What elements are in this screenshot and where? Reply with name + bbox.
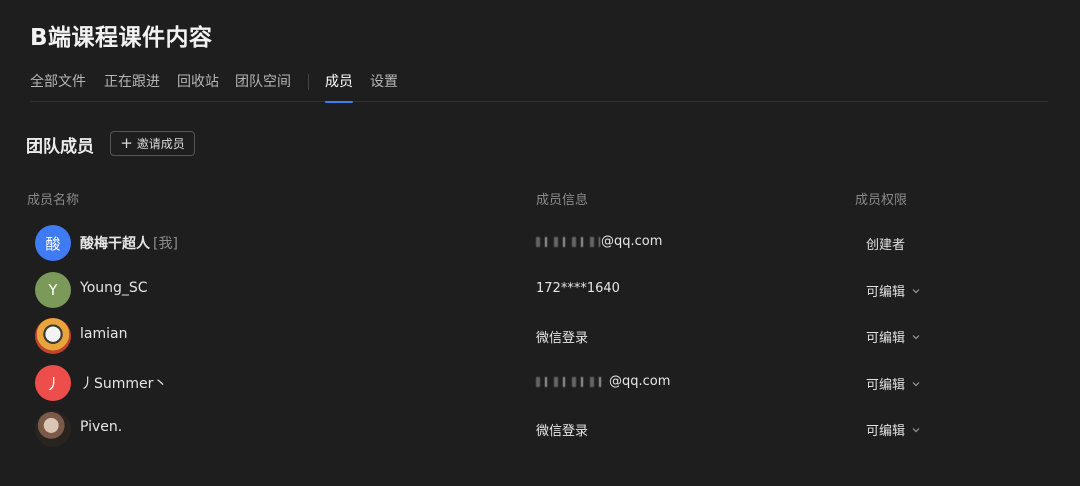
- member-role-select[interactable]: 可编辑: [866, 374, 921, 393]
- member-name: 丿Summer丶: [80, 376, 168, 392]
- member-row: 酸 酸梅干超人 [我] @qq.com 创建者: [0, 220, 1080, 266]
- tab-divider: [308, 74, 309, 90]
- invite-button-label: 邀请成员: [136, 137, 185, 151]
- tab-members[interactable]: 成员: [325, 64, 353, 103]
- avatar: [35, 411, 71, 447]
- tab-all-files[interactable]: 全部文件: [30, 64, 86, 102]
- member-info: @qq.com: [536, 374, 670, 389]
- member-row: lamian 微信登录 可编辑: [0, 313, 1080, 359]
- invite-member-button[interactable]: + 邀请成员: [110, 131, 195, 156]
- tab-bar: 全部文件 正在跟进 回收站 团队空间 成员 设置: [30, 64, 1048, 103]
- member-role: 可编辑: [866, 285, 906, 300]
- member-name: 酸梅干超人 [我]: [80, 233, 178, 253]
- column-header-name: 成员名称: [27, 193, 80, 208]
- plus-icon: +: [120, 134, 133, 152]
- chevron-down-icon: [912, 381, 920, 386]
- tab-settings[interactable]: 设置: [370, 64, 398, 102]
- member-role-select[interactable]: 可编辑: [866, 420, 921, 439]
- avatar: 酸: [35, 225, 71, 261]
- avatar: [35, 318, 71, 354]
- column-header-info: 成员信息: [536, 193, 589, 208]
- chevron-down-icon: [912, 334, 920, 339]
- member-role: 可编辑: [866, 331, 906, 346]
- chevron-down-icon: [912, 288, 920, 293]
- avatar: 丿: [35, 365, 71, 401]
- member-info: @qq.com: [536, 234, 662, 249]
- column-header-permission: 成员权限: [855, 193, 908, 208]
- tab-recycle-bin[interactable]: 回收站: [177, 64, 219, 102]
- member-email-suffix: @qq.com: [609, 374, 671, 389]
- member-email-suffix: @qq.com: [601, 234, 663, 249]
- section-title: 团队成员: [26, 137, 94, 157]
- member-role: 创建者: [866, 238, 906, 253]
- member-name: Young_SC: [80, 280, 148, 296]
- member-role-select[interactable]: 可编辑: [866, 327, 921, 346]
- team-members-page: B端课程课件内容 全部文件 正在跟进 回收站 团队空间 成员 设置 团队成员 +…: [0, 0, 1080, 486]
- tab-following[interactable]: 正在跟进: [104, 64, 160, 102]
- member-role-select[interactable]: 可编辑: [866, 281, 921, 300]
- member-info: 172****1640: [536, 281, 620, 296]
- chevron-down-icon: [912, 427, 920, 432]
- member-row: Y Young_SC 172****1640 可编辑: [0, 267, 1080, 313]
- member-info: 微信登录: [536, 331, 589, 346]
- me-tag: [我]: [153, 236, 178, 252]
- redacted-text: [536, 236, 600, 247]
- member-info: 微信登录: [536, 424, 589, 439]
- redacted-text: [536, 376, 608, 387]
- member-row: Piven. 微信登录 可编辑: [0, 406, 1080, 452]
- avatar: Y: [35, 272, 71, 308]
- member-name: Piven.: [80, 419, 123, 435]
- member-row: 丿 丿Summer丶 @qq.com 可编辑: [0, 360, 1080, 406]
- page-title: B端课程课件内容: [30, 25, 213, 51]
- tab-team-space[interactable]: 团队空间: [235, 64, 291, 102]
- member-role: 可编辑: [866, 424, 906, 439]
- member-name-text: 酸梅干超人: [80, 236, 150, 252]
- member-name: lamian: [80, 326, 128, 342]
- member-role: 可编辑: [866, 378, 906, 393]
